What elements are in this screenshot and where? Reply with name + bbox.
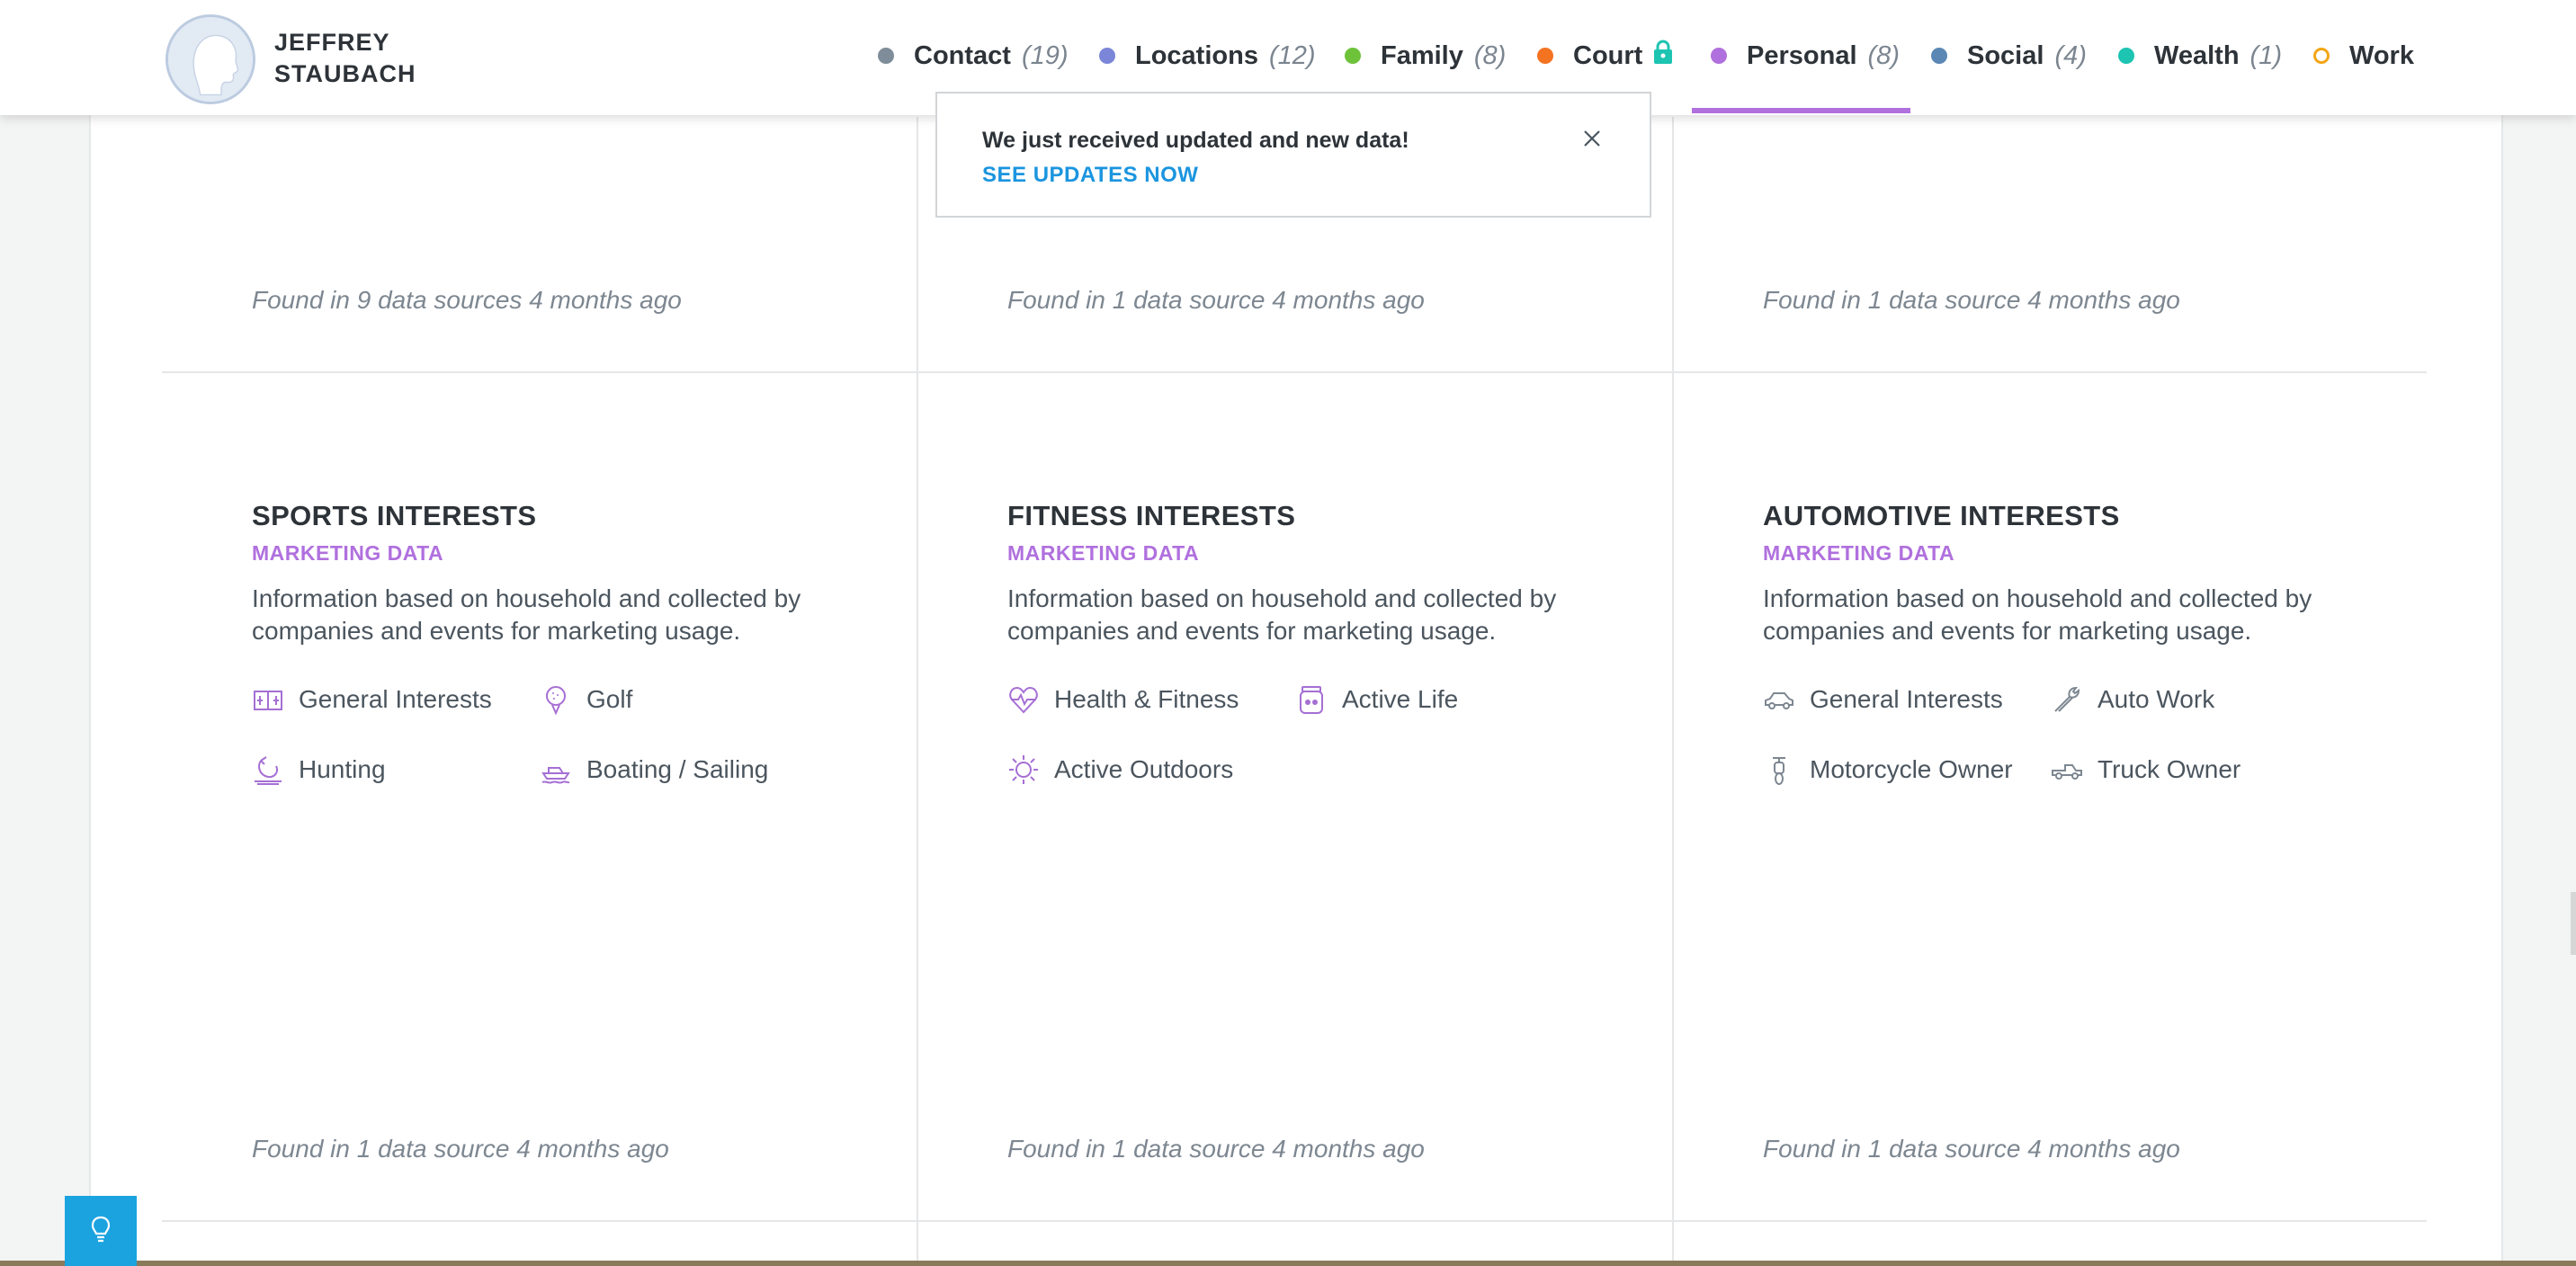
tab-label: Personal [1747, 40, 1857, 70]
tag-motorcycle-owner[interactable]: Motorcycle Owner [1763, 753, 2013, 786]
family-dot-icon [1345, 48, 1361, 64]
update-notification: We just received updated and new data! S… [935, 92, 1651, 218]
card-subtitle: MARKETING DATA [1763, 541, 1955, 565]
tab-label: Family [1381, 40, 1463, 70]
column-divider [917, 117, 918, 1266]
card-title: SPORTS INTERESTS [252, 500, 537, 531]
card-description: Information based on household and colle… [252, 584, 801, 645]
tab-count: (8) [1867, 40, 1900, 70]
scoreboard-icon [252, 683, 284, 716]
tag-label: Golf [586, 685, 633, 713]
sun-icon [1007, 753, 1040, 786]
wrench-icon [2051, 683, 2083, 716]
tag-label: General Interests [299, 685, 492, 713]
tag-label: Auto Work [2097, 685, 2215, 713]
tab-count: (1) [2250, 40, 2282, 70]
tag-label: Motorcycle Owner [1810, 755, 2013, 783]
tab-contact[interactable]: Contact (19) [878, 36, 1069, 76]
locations-dot-icon [1099, 48, 1115, 64]
personal-dot-icon [1711, 48, 1727, 64]
boat-icon [540, 753, 572, 786]
card-description: Information based on household and colle… [1763, 584, 2312, 645]
jar-icon [1295, 683, 1328, 716]
tag-label: Hunting [299, 755, 386, 783]
tag-golf[interactable]: Golf [540, 683, 632, 716]
tab-label: Wealth [2154, 40, 2240, 70]
card-found-text: Found in 1 data source 4 months ago [252, 1135, 669, 1163]
see-updates-link[interactable]: SEE UPDATES NOW [982, 163, 1198, 188]
card-subtitle: MARKETING DATA [1007, 541, 1200, 565]
card-description: Information based on household and colle… [1007, 584, 1557, 645]
tab-family[interactable]: Family (8) [1345, 36, 1506, 76]
tab-count: (12) [1268, 40, 1316, 70]
court-dot-icon [1537, 48, 1553, 64]
tag-hunting[interactable]: Hunting [252, 753, 386, 786]
row-divider [162, 371, 2427, 373]
card-title: AUTOMOTIVE INTERESTS [1763, 500, 2120, 531]
tab-label: Work [2349, 40, 2414, 70]
tab-wealth[interactable]: Wealth (1) [2118, 36, 2282, 76]
car-icon [1763, 683, 1795, 716]
tab-label: Contact [914, 40, 1011, 70]
tag-auto-work[interactable]: Auto Work [2051, 683, 2214, 716]
help-button[interactable] [65, 1196, 137, 1266]
heart-pulse-icon [1007, 683, 1040, 716]
close-icon[interactable] [1581, 128, 1603, 149]
tag-general-interests[interactable]: General Interests [252, 683, 492, 716]
tag-health-fitness[interactable]: Health & Fitness [1007, 683, 1239, 716]
window-bottom-edge [0, 1261, 2576, 1266]
tab-label: Social [1967, 40, 2044, 70]
tag-label: General Interests [1810, 685, 2003, 713]
tag-label: Active Life [1342, 685, 1459, 713]
tab-count: (19) [1021, 40, 1069, 70]
social-dot-icon [1931, 48, 1947, 64]
wealth-dot-icon [2118, 48, 2134, 64]
card-found-text: Found in 1 data source 4 months ago [1007, 286, 1425, 314]
tag-truck-owner[interactable]: Truck Owner [2051, 753, 2241, 786]
truck-icon [2051, 753, 2083, 786]
tag-label: Boating / Sailing [586, 755, 769, 783]
card-title: FITNESS INTERESTS [1007, 500, 1296, 531]
lightbulb-icon [91, 1216, 111, 1247]
tag-active-outdoors[interactable]: Active Outdoors [1007, 753, 1233, 786]
tab-locations[interactable]: Locations (12) [1099, 36, 1316, 76]
row-divider [162, 1220, 2427, 1222]
scroll-edge-marker [2571, 892, 2576, 955]
tab-count: (8) [1473, 40, 1507, 70]
lock-icon [1653, 40, 1673, 72]
tag-label: Active Outdoors [1054, 755, 1234, 783]
tab-label: Court [1573, 40, 1643, 70]
notification-message: We just received updated and new data! [982, 128, 1409, 153]
tab-personal[interactable]: Personal (8) [1711, 36, 1900, 76]
tab-court[interactable]: Court [1537, 36, 1673, 76]
tag-boating-sailing[interactable]: Boating / Sailing [540, 753, 768, 786]
tag-label: Health & Fitness [1054, 685, 1239, 713]
active-tab-indicator [1692, 108, 1910, 113]
tag-label: Truck Owner [2097, 755, 2241, 783]
motorcycle-icon [1763, 753, 1795, 786]
tab-count: (4) [2054, 40, 2087, 70]
hunting-icon [252, 753, 284, 786]
card-found-text: Found in 1 data source 4 months ago [1007, 1135, 1425, 1163]
card-subtitle: MARKETING DATA [252, 541, 444, 565]
card-found-text: Found in 1 data source 4 months ago [1763, 1135, 2180, 1163]
column-divider [1672, 117, 1674, 1266]
card-found-text: Found in 1 data source 4 months ago [1763, 286, 2180, 314]
work-dot-icon [2313, 48, 2330, 64]
card-found-text: Found in 9 data sources 4 months ago [252, 286, 682, 314]
golf-ball-icon [540, 683, 572, 716]
contact-dot-icon [878, 48, 894, 64]
tag-active-life[interactable]: Active Life [1295, 683, 1458, 716]
tab-social[interactable]: Social (4) [1931, 36, 2087, 76]
tab-label: Locations [1135, 40, 1258, 70]
tab-work[interactable]: Work [2313, 36, 2414, 76]
tag-general-interests[interactable]: General Interests [1763, 683, 2003, 716]
